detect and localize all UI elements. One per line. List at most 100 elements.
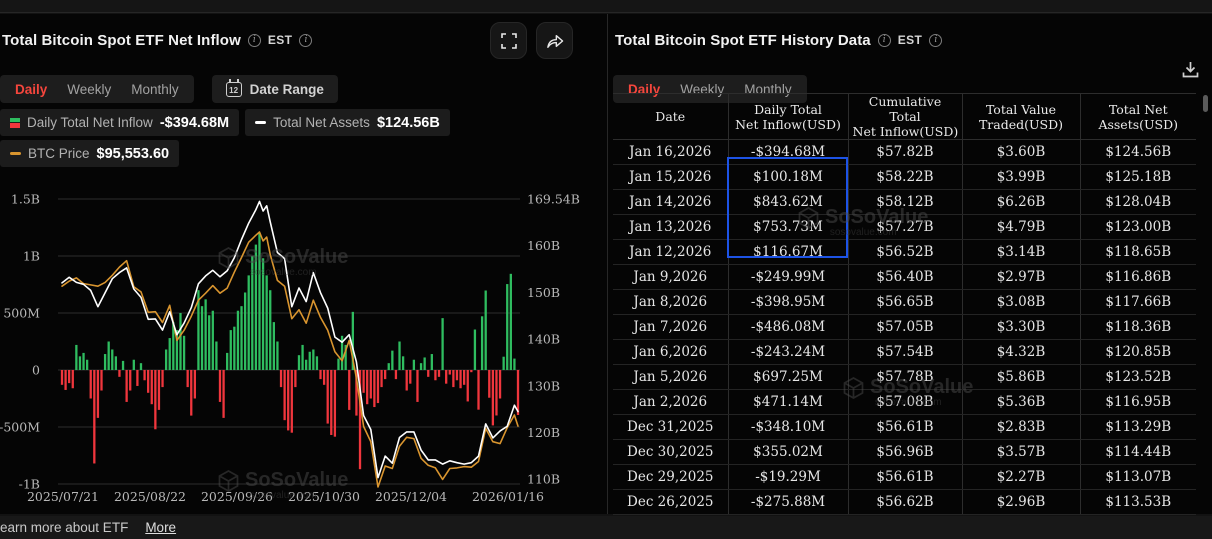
- value-cell: $3.60B: [962, 140, 1080, 165]
- value-cell: $5.86B: [962, 365, 1080, 390]
- column-header[interactable]: Total Net Assets(USD): [1080, 94, 1196, 140]
- value-cell: $697.25M: [728, 365, 848, 390]
- table-title: Total Bitcoin Spot ETF History Data: [615, 32, 871, 49]
- column-header[interactable]: Daily Total Net Inflow(USD): [728, 94, 848, 140]
- table-row[interactable]: Dec 26,2025-$275.88M$56.62B$2.96B$113.53…: [613, 490, 1196, 515]
- net-inflow-chart[interactable]: 1.5B1B500M0-500M-1B 169.54B 160B 150B 140B 13…: [0, 14, 600, 514]
- value-cell: $118.65B: [1080, 240, 1196, 265]
- value-cell: $113.53B: [1080, 490, 1196, 515]
- download-icon: [1181, 60, 1200, 79]
- value-cell: $5.36B: [962, 390, 1080, 415]
- date-cell: Dec 31,2025: [613, 415, 728, 440]
- date-cell: Jan 9,2026: [613, 265, 728, 290]
- date-cell: Jan 13,2026: [613, 215, 728, 240]
- svg-text:110B: 110B: [527, 472, 560, 487]
- date-cell: Jan 5,2026: [613, 365, 728, 390]
- date-cell: Jan 6,2026: [613, 340, 728, 365]
- value-cell: $58.22B: [848, 165, 962, 190]
- date-cell: Jan 14,2026: [613, 190, 728, 215]
- value-cell: -$486.08M: [728, 315, 848, 340]
- x-axis-labels: 2025/07/21 2025/08/22 2025/09/26 2025/10/30…: [27, 489, 544, 504]
- table-scrollbar[interactable]: [1203, 95, 1208, 112]
- svg-text:2025/09/26: 2025/09/26: [201, 489, 273, 504]
- value-cell: $116.67M: [728, 240, 848, 265]
- date-cell: Jan 2,2026: [613, 390, 728, 415]
- svg-text:150B: 150B: [527, 285, 560, 300]
- value-cell: $56.62B: [848, 490, 962, 515]
- table-row[interactable]: Jan 5,2026$697.25M$57.78B$5.86B$123.52B: [613, 365, 1196, 390]
- download-button[interactable]: [1181, 60, 1200, 84]
- column-header[interactable]: Date: [613, 94, 728, 140]
- table-row[interactable]: Jan 7,2026-$486.08M$57.05B$3.30B$118.36B: [613, 315, 1196, 340]
- table-row[interactable]: Jan 12,2026$116.67M$56.52B$3.14B$118.65B: [613, 240, 1196, 265]
- svg-text:169.54B: 169.54B: [527, 192, 580, 207]
- dashboard: Total Bitcoin Spot ETF Net Inflow i EST …: [0, 14, 1212, 514]
- value-cell: $4.79B: [962, 215, 1080, 240]
- column-header[interactable]: Cumulative Total Net Inflow(USD): [848, 94, 962, 140]
- history-table: DateDaily Total Net Inflow(USD)Cumulativ…: [613, 93, 1196, 515]
- value-cell: $56.40B: [848, 265, 962, 290]
- table-row[interactable]: Jan 14,2026$843.62M$58.12B$6.26B$128.04B: [613, 190, 1196, 215]
- net-assets-line: [62, 201, 518, 477]
- footer-more-link[interactable]: More: [145, 520, 176, 535]
- svg-text:2025/10/30: 2025/10/30: [288, 489, 360, 504]
- svg-text:130B: 130B: [527, 378, 560, 393]
- table-row[interactable]: Dec 31,2025-$348.10M$56.61B$2.83B$113.29…: [613, 415, 1196, 440]
- date-cell: Dec 26,2025: [613, 490, 728, 515]
- top-strip: [0, 0, 1212, 13]
- value-cell: $3.99B: [962, 165, 1080, 190]
- net-inflow-chart-panel: Total Bitcoin Spot ETF Net Inflow i EST …: [0, 14, 600, 514]
- value-cell: $6.26B: [962, 190, 1080, 215]
- value-cell: -$243.24M: [728, 340, 848, 365]
- svg-text:2025/07/21: 2025/07/21: [27, 489, 99, 504]
- left-axis-ticks: 1.5B1B500M0-500M-1B: [0, 192, 40, 492]
- value-cell: $3.57B: [962, 440, 1080, 465]
- svg-text:0: 0: [32, 363, 40, 378]
- column-header[interactable]: Total Value Traded(USD): [962, 94, 1080, 140]
- table-row[interactable]: Jan 9,2026-$249.99M$56.40B$2.97B$116.86B: [613, 265, 1196, 290]
- value-cell: $123.00B: [1080, 215, 1196, 240]
- table-row[interactable]: Jan 2,2026$471.14M$57.08B$5.36B$116.95B: [613, 390, 1196, 415]
- value-cell: $57.27B: [848, 215, 962, 240]
- right-axis-ticks: 169.54B160B150B140B130B120B110B: [527, 192, 580, 487]
- value-cell: $56.96B: [848, 440, 962, 465]
- value-cell: -$398.95M: [728, 290, 848, 315]
- value-cell: $58.12B: [848, 190, 962, 215]
- footer-bar: earn more about ETF More: [0, 516, 1212, 539]
- table-row[interactable]: Jan 15,2026$100.18M$58.22B$3.99B$125.18B: [613, 165, 1196, 190]
- history-data-panel: Total Bitcoin Spot ETF History Data i ES…: [613, 14, 1212, 514]
- value-cell: $117.66B: [1080, 290, 1196, 315]
- value-cell: -$394.68M: [728, 140, 848, 165]
- date-cell: Jan 8,2026: [613, 290, 728, 315]
- value-cell: $56.61B: [848, 415, 962, 440]
- value-cell: $2.27B: [962, 465, 1080, 490]
- date-cell: Dec 29,2025: [613, 465, 728, 490]
- table-row[interactable]: Jan 6,2026-$243.24M$57.54B$4.32B$120.85B: [613, 340, 1196, 365]
- svg-text:1.5B: 1.5B: [11, 192, 40, 207]
- table-row[interactable]: Jan 16,2026-$394.68M$57.82B$3.60B$124.56…: [613, 140, 1196, 165]
- panel-divider: [607, 14, 608, 514]
- svg-text:140B: 140B: [527, 332, 560, 347]
- svg-text:160B: 160B: [527, 238, 560, 253]
- value-cell: -$249.99M: [728, 265, 848, 290]
- table-row[interactable]: Dec 30,2025$355.02M$56.96B$3.57B$114.44B: [613, 440, 1196, 465]
- value-cell: $57.78B: [848, 365, 962, 390]
- date-cell: Jan 16,2026: [613, 140, 728, 165]
- value-cell: -$348.10M: [728, 415, 848, 440]
- value-cell: $125.18B: [1080, 165, 1196, 190]
- est-label: EST: [898, 33, 923, 47]
- value-cell: $124.56B: [1080, 140, 1196, 165]
- value-cell: $116.95B: [1080, 390, 1196, 415]
- info-icon[interactable]: i: [878, 34, 891, 47]
- value-cell: $113.07B: [1080, 465, 1196, 490]
- value-cell: $128.04B: [1080, 190, 1196, 215]
- table-row[interactable]: Jan 13,2026$753.73M$57.27B$4.79B$123.00B: [613, 215, 1196, 240]
- btc-price-line: [62, 232, 518, 487]
- table-row[interactable]: Jan 8,2026-$398.95M$56.65B$3.08B$117.66B: [613, 290, 1196, 315]
- value-cell: $118.36B: [1080, 315, 1196, 340]
- value-cell: $113.29B: [1080, 415, 1196, 440]
- svg-text:2025/08/22: 2025/08/22: [114, 489, 186, 504]
- info-icon[interactable]: i: [929, 34, 942, 47]
- table-row[interactable]: Dec 29,2025-$19.29M$56.61B$2.27B$113.07B: [613, 465, 1196, 490]
- svg-text:2025/12/04: 2025/12/04: [375, 489, 447, 504]
